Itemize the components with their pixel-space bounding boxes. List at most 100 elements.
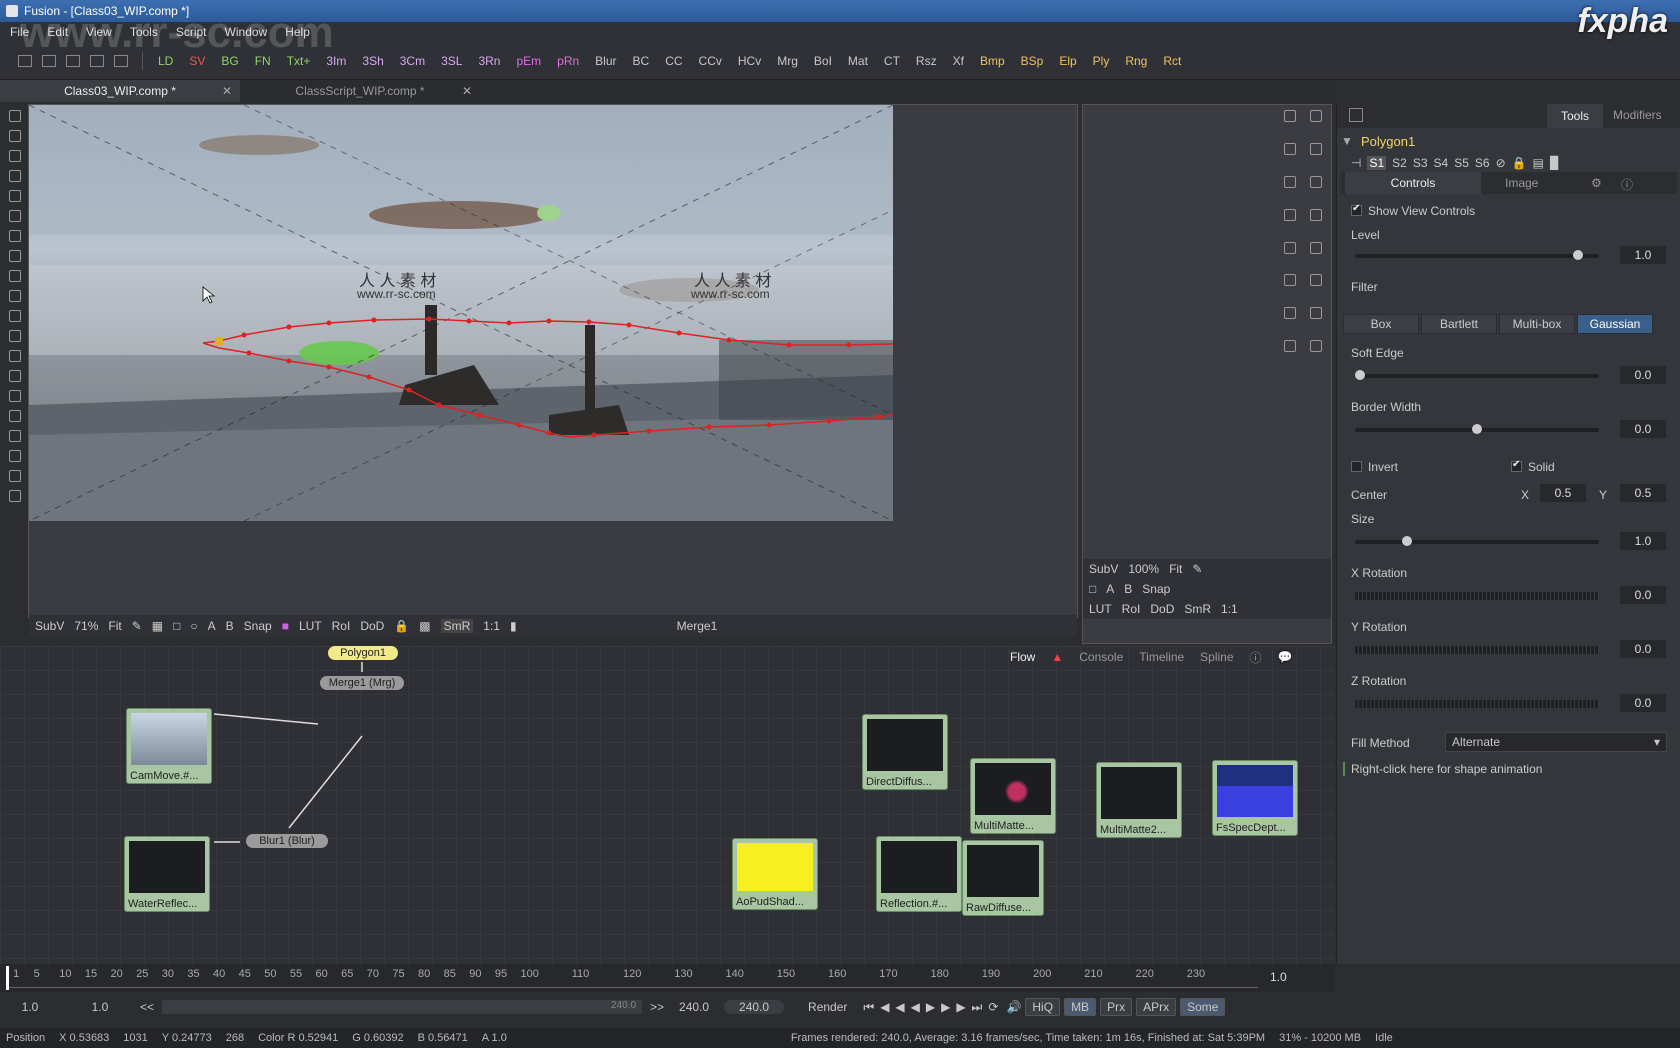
border-width-value[interactable]: 0.0 xyxy=(1620,420,1666,438)
tool-button-hcv[interactable]: HCv xyxy=(735,54,764,68)
tool-button-rsz[interactable]: Rsz xyxy=(913,54,940,68)
follow-icon[interactable] xyxy=(9,450,21,462)
audio-icon[interactable]: 🔊 xyxy=(1006,1000,1021,1014)
y-rotation-value[interactable]: 0.0 xyxy=(1620,640,1666,658)
x-rotation-dial[interactable] xyxy=(1355,592,1599,600)
dod-button[interactable]: DoD xyxy=(1150,602,1174,616)
crosshair-icon[interactable] xyxy=(1284,110,1296,122)
tool-button-rct[interactable]: Rct xyxy=(1160,54,1184,68)
roto-icon[interactable] xyxy=(9,470,21,482)
pointer-icon[interactable] xyxy=(9,190,21,202)
box-select-icon[interactable] xyxy=(9,270,21,282)
spline-icon[interactable] xyxy=(9,290,21,302)
linear-icon[interactable] xyxy=(9,390,21,402)
tool-button-bc[interactable]: BC xyxy=(630,54,653,68)
tab-classscript[interactable]: ClassScript_WIP.comp * ✕ xyxy=(240,80,480,102)
tool-button-pem[interactable]: pEm xyxy=(513,54,544,68)
tool-button-rng[interactable]: Rng xyxy=(1122,54,1150,68)
level-slider[interactable] xyxy=(1355,250,1599,260)
smr-button[interactable]: SmR xyxy=(440,619,474,633)
pointer-icon[interactable] xyxy=(1310,142,1322,155)
points-icon[interactable] xyxy=(1284,340,1296,353)
slider-knob[interactable] xyxy=(1355,370,1365,380)
tab-spline[interactable]: Spline xyxy=(1200,650,1233,664)
tool-button-3cm[interactable]: 3Cm xyxy=(397,54,428,68)
prx-button[interactable]: Prx xyxy=(1100,998,1133,1016)
set-s5[interactable]: S5 xyxy=(1454,156,1469,170)
spline-icon[interactable] xyxy=(1310,241,1322,254)
pointer-icon[interactable] xyxy=(9,170,21,182)
subview-button[interactable]: SubV xyxy=(1089,562,1118,576)
expand-icon[interactable] xyxy=(1349,108,1363,122)
subview-button[interactable]: SubV xyxy=(35,619,64,633)
publish-icon[interactable] xyxy=(9,430,21,442)
curve-icon[interactable] xyxy=(9,230,21,242)
tool-button-mrg[interactable]: Mrg xyxy=(774,54,801,68)
lock-icon[interactable]: 🔒 xyxy=(394,619,409,633)
tab-console[interactable]: Console xyxy=(1079,650,1123,664)
node-multimatte[interactable]: MultiMatte... xyxy=(970,758,1056,834)
line-icon[interactable] xyxy=(1310,208,1322,221)
zoom-value[interactable]: 100% xyxy=(1128,562,1159,576)
tool-button-ct[interactable]: CT xyxy=(881,54,903,68)
brush-icon[interactable]: ✎ xyxy=(1192,562,1202,576)
box-icon[interactable]: □ xyxy=(1089,582,1096,596)
one-to-one-button[interactable]: 1:1 xyxy=(1221,602,1238,616)
box-icon[interactable]: □ xyxy=(173,619,180,633)
tool-button-blur[interactable]: Blur xyxy=(592,54,619,68)
pen-icon[interactable] xyxy=(9,130,21,142)
filter-gaussian[interactable]: Gaussian xyxy=(1577,314,1653,334)
z-rotation-value[interactable]: 0.0 xyxy=(1620,694,1666,712)
node-reflection[interactable]: Reflection.#... xyxy=(876,836,962,912)
transform-icon[interactable] xyxy=(1310,274,1322,287)
tool-button-prn[interactable]: pRn xyxy=(554,54,582,68)
tool-button-elp[interactable]: Elp xyxy=(1056,54,1079,68)
tool-button-boi[interactable]: BoI xyxy=(811,54,835,68)
render-end[interactable]: 240.0 xyxy=(664,1000,724,1014)
zoom-value[interactable]: 71% xyxy=(74,619,98,633)
comment-icon[interactable]: 💬 xyxy=(1278,650,1293,664)
disable-icon[interactable]: ⊘ xyxy=(1496,156,1506,170)
lasso-icon[interactable] xyxy=(1310,175,1322,188)
tool-button-xf[interactable]: Xf xyxy=(950,54,967,68)
tab-class03[interactable]: Class03_WIP.comp * ✕ xyxy=(0,80,240,102)
tab-timeline[interactable]: Timeline xyxy=(1139,650,1184,664)
tab-controls[interactable]: Controls xyxy=(1345,172,1481,194)
reduce-icon[interactable] xyxy=(9,490,21,502)
tab-modifiers[interactable]: Modifiers xyxy=(1613,108,1662,122)
tool-button-3sl[interactable]: 3SL xyxy=(438,54,465,68)
aprx-button[interactable]: APrx xyxy=(1136,998,1177,1016)
dod-button[interactable]: DoD xyxy=(360,619,384,633)
shape-animation-hint[interactable]: Right-click here for shape animation xyxy=(1343,762,1542,776)
fit-button[interactable]: Fit xyxy=(108,619,121,633)
tab-tools[interactable]: Tools xyxy=(1547,104,1603,128)
circle-icon[interactable]: ○ xyxy=(190,619,197,633)
points-icon[interactable] xyxy=(9,410,21,422)
tool-name[interactable]: Polygon1 xyxy=(1361,134,1415,149)
lasso-icon[interactable] xyxy=(9,210,21,222)
box-select-icon[interactable] xyxy=(1284,241,1296,254)
transform-icon[interactable] xyxy=(9,330,21,342)
tool-button-bmp[interactable]: Bmp xyxy=(977,54,1008,68)
channel-b-icon[interactable]: B xyxy=(1124,582,1132,596)
node-directdiffuse[interactable]: DirectDiffus... xyxy=(862,714,948,790)
set-s1[interactable]: S1 xyxy=(1367,156,1387,170)
filter-box[interactable]: Box xyxy=(1343,314,1419,334)
node-rawdiffuse[interactable]: RawDiffuse... xyxy=(962,840,1044,916)
roto-icon[interactable] xyxy=(1310,340,1322,353)
color-icon[interactable]: ■ xyxy=(282,619,289,633)
filter-bartlett[interactable]: Bartlett xyxy=(1421,314,1497,334)
playback-controls[interactable]: ⏮◀◀◀▶▶▶⏭ xyxy=(863,1000,988,1015)
color-swatch-icon[interactable]: ▉ xyxy=(1550,156,1559,170)
pin-icon[interactable]: ⊣ xyxy=(1351,156,1361,170)
checkbox-icon[interactable] xyxy=(1351,461,1362,472)
channel-a-icon[interactable]: A xyxy=(208,619,216,633)
hiq-button[interactable]: HiQ xyxy=(1025,998,1061,1016)
some-button[interactable]: Some xyxy=(1180,998,1226,1016)
pen-icon[interactable] xyxy=(1310,110,1322,122)
tab-image[interactable]: Image xyxy=(1505,176,1538,190)
close-shape-icon[interactable] xyxy=(1284,307,1296,320)
checkbox-icon[interactable] xyxy=(1511,459,1522,472)
checker-icon[interactable]: ▩ xyxy=(419,619,430,633)
polyline-icon[interactable] xyxy=(1284,274,1296,287)
